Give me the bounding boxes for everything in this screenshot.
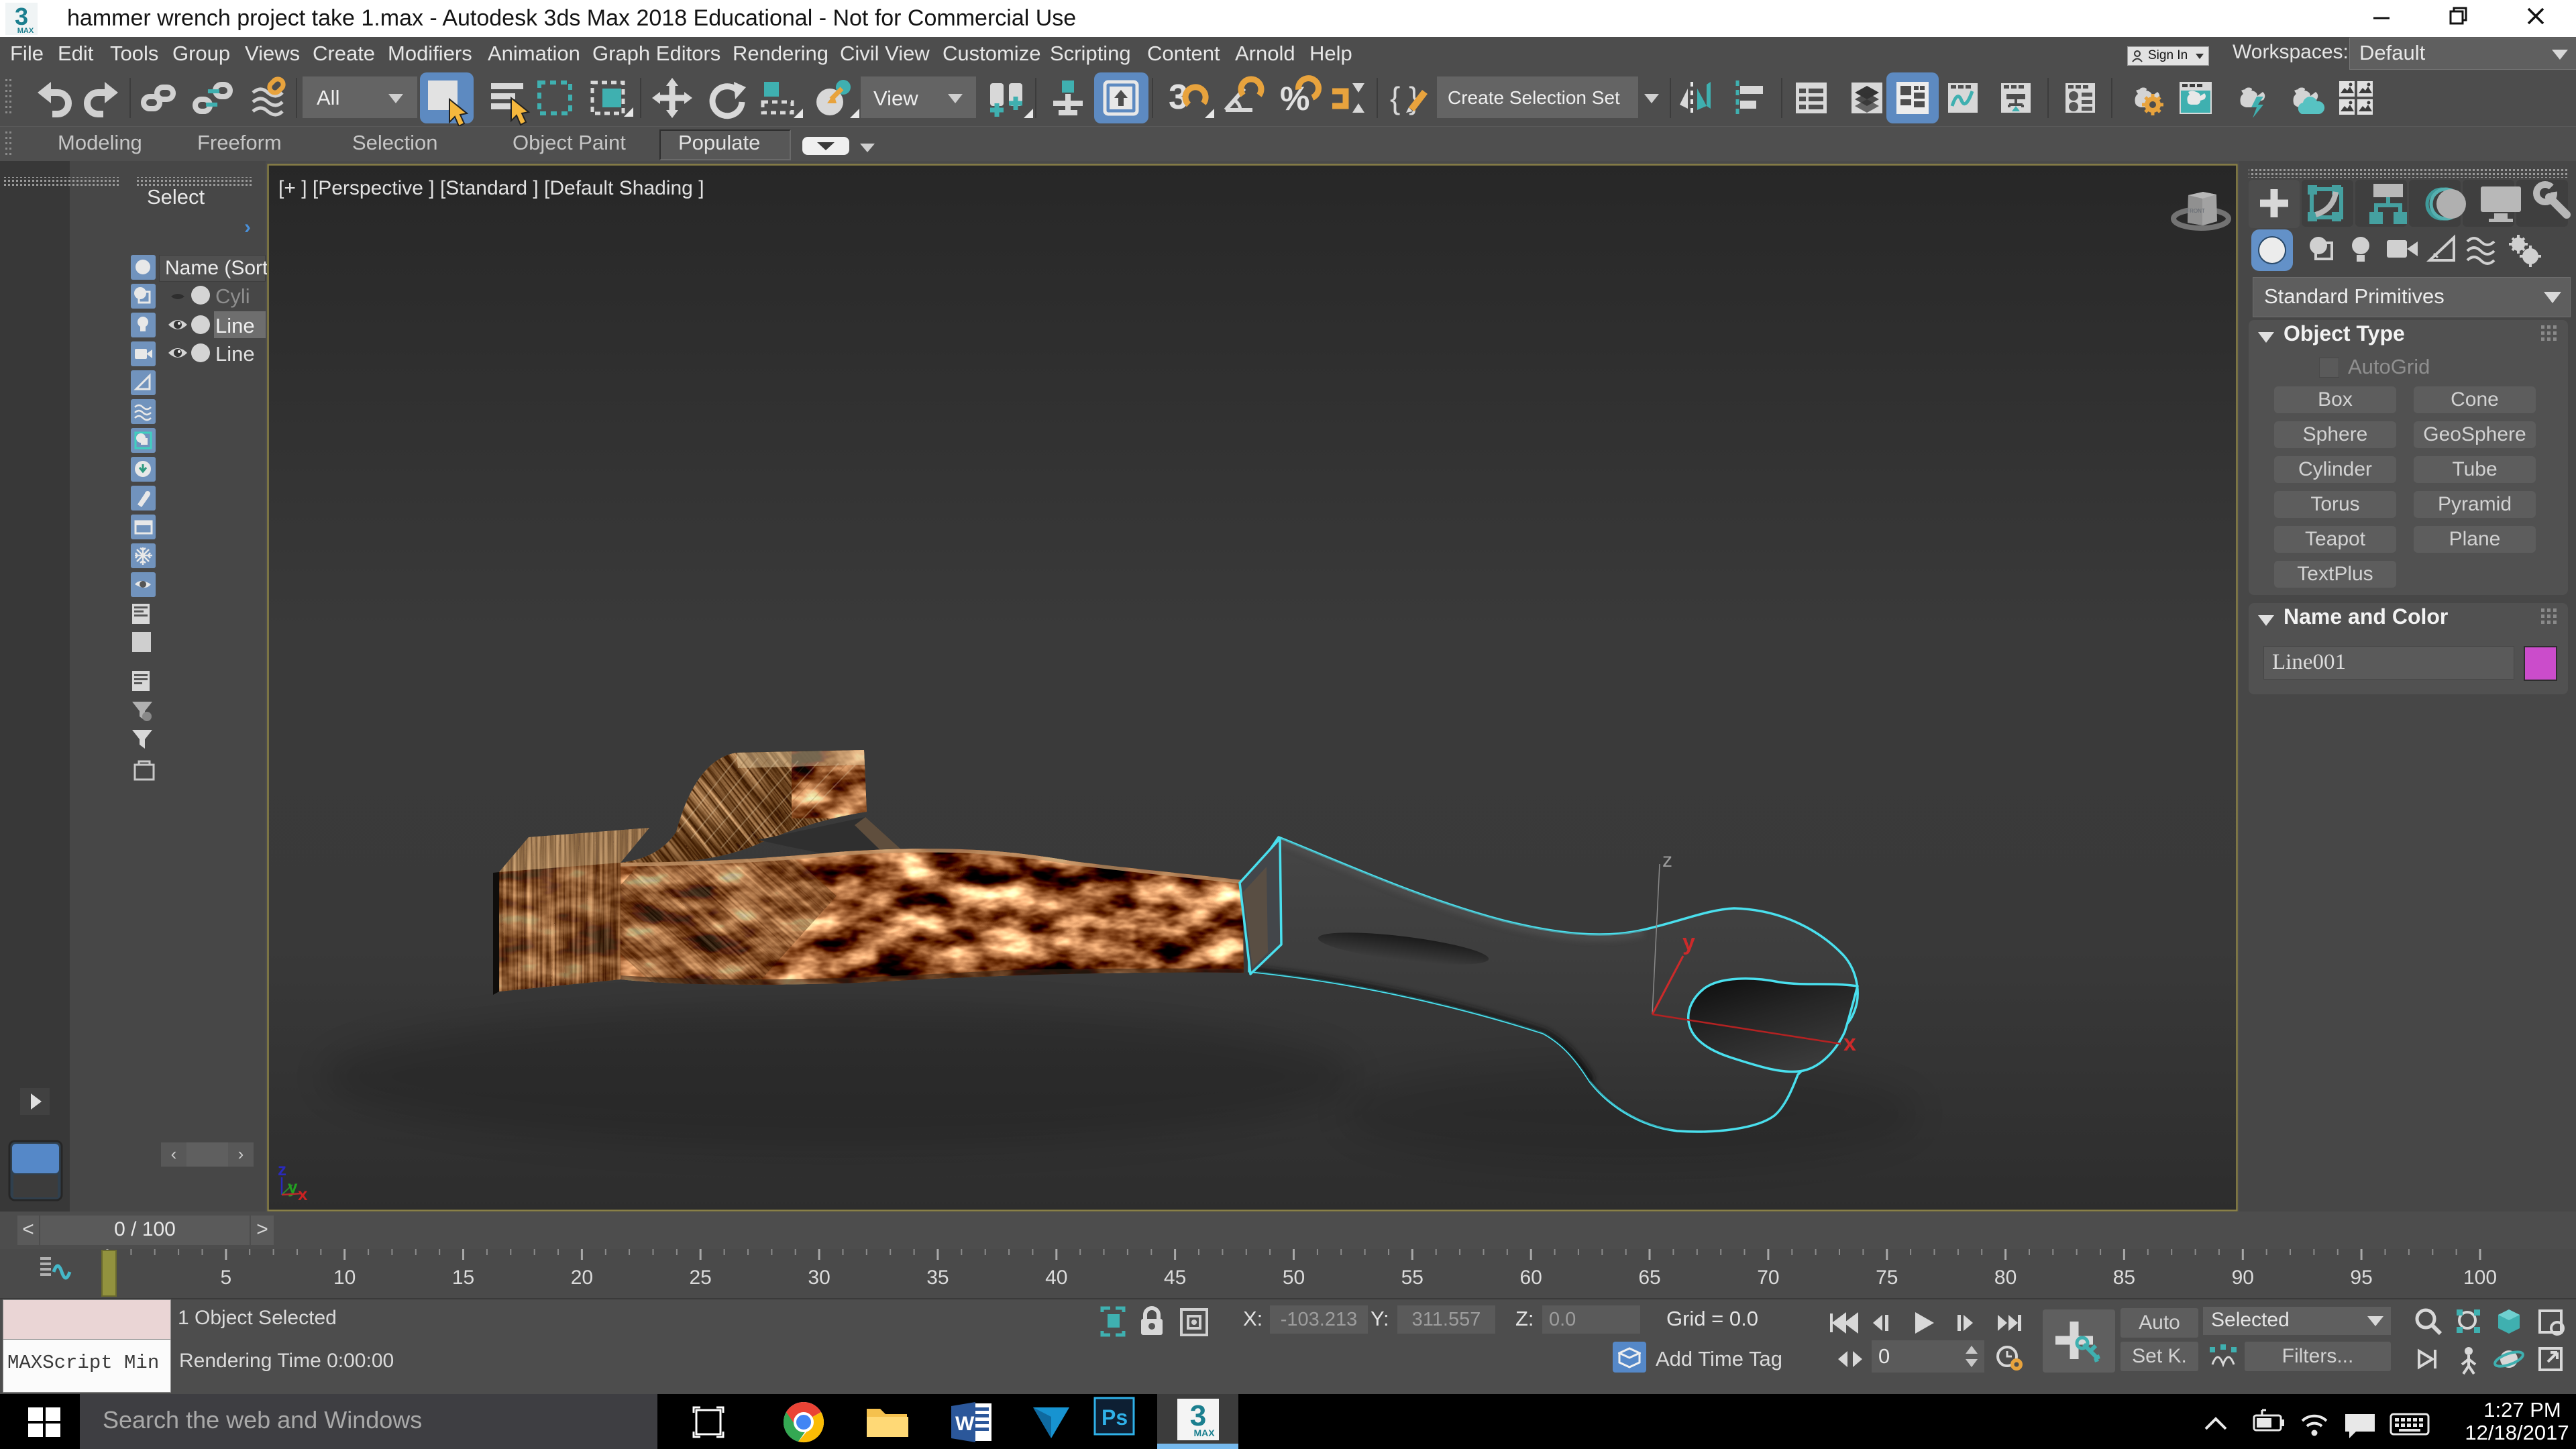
svg-text:z: z: [278, 1159, 286, 1179]
svg-text:All: All: [317, 86, 339, 109]
svg-text:Line: Line: [215, 342, 255, 366]
svg-text:5: 5: [221, 1267, 232, 1289]
svg-text:Cyli: Cyli: [215, 284, 250, 308]
svg-text:%: %: [1280, 80, 1309, 117]
svg-text:y: y: [1682, 930, 1695, 955]
svg-text:3: 3: [15, 3, 28, 30]
svg-text:Create Selection Set: Create Selection Set: [1448, 87, 1620, 108]
svg-text:60: 60: [1520, 1267, 1542, 1289]
svg-text:45: 45: [1164, 1267, 1186, 1289]
svg-text:[+ ] [Perspective ] [Standa: [+ ] [Perspective ] [Standard ] [Default…: [278, 177, 704, 199]
svg-text:View: View: [873, 87, 918, 110]
svg-text:MAX: MAX: [1193, 1428, 1215, 1438]
svg-text:MAX: MAX: [17, 27, 34, 35]
svg-text:20: 20: [571, 1267, 593, 1289]
svg-text:10: 10: [333, 1267, 356, 1289]
svg-text:Ps: Ps: [1102, 1405, 1128, 1430]
svg-text:35: 35: [926, 1267, 949, 1289]
svg-text:75: 75: [1876, 1267, 1898, 1289]
svg-text:65: 65: [1638, 1267, 1660, 1289]
svg-text:FRONT: FRONT: [2186, 208, 2205, 214]
svg-text:100: 100: [2463, 1267, 2497, 1289]
svg-text:50: 50: [1283, 1267, 1305, 1289]
svg-text:W: W: [955, 1413, 975, 1435]
svg-text:30: 30: [808, 1267, 830, 1289]
svg-text:90: 90: [2232, 1267, 2254, 1289]
svg-text:z: z: [1662, 849, 1672, 871]
svg-text:40: 40: [1045, 1267, 1067, 1289]
svg-text:85: 85: [2113, 1267, 2135, 1289]
svg-text:95: 95: [2350, 1267, 2372, 1289]
svg-text:25: 25: [690, 1267, 712, 1289]
svg-text:15: 15: [452, 1267, 474, 1289]
svg-text:55: 55: [1401, 1267, 1424, 1289]
svg-text:x: x: [1843, 1030, 1856, 1056]
svg-text:80: 80: [1994, 1267, 2017, 1289]
svg-text:Line: Line: [215, 314, 255, 337]
svg-text:70: 70: [1757, 1267, 1779, 1289]
svg-text:x: x: [298, 1184, 308, 1204]
